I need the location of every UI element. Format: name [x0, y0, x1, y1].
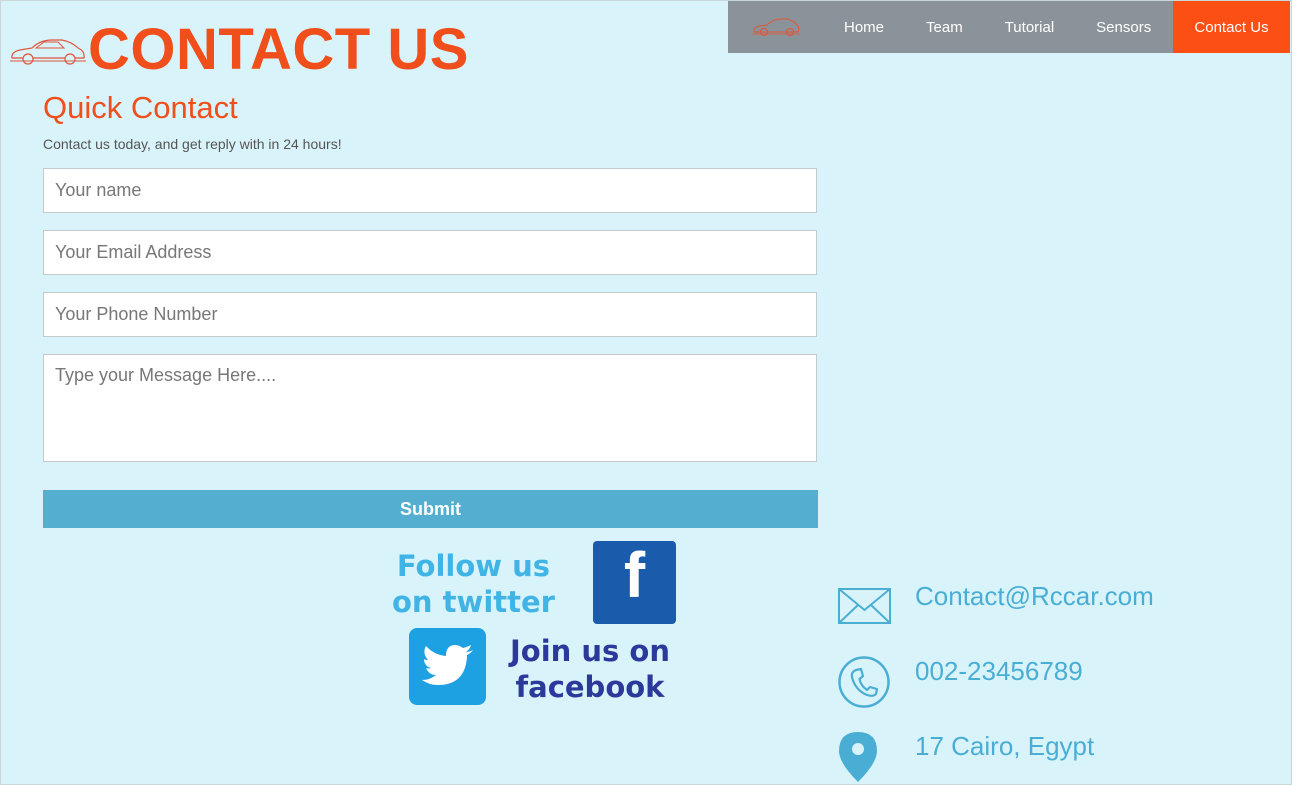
location-pin-icon — [839, 732, 877, 782]
nav-item-sensors[interactable]: Sensors — [1075, 1, 1172, 53]
nav-item-home[interactable]: Home — [823, 1, 905, 53]
contact-address: 17 Cairo, Egypt — [915, 731, 1095, 761]
facebook-glyph: f — [623, 539, 646, 611]
facebook-icon[interactable]: f — [593, 539, 676, 624]
twitter-follow-text[interactable]: Follow us on twitter — [392, 548, 555, 620]
top-navigation: Home Team Tutorial Sensors Contact Us — [728, 1, 1290, 53]
facebook-text-line1: Join us on — [510, 634, 670, 668]
twitter-text-line2: on twitter — [392, 585, 555, 619]
car-outline-icon — [10, 39, 86, 65]
nav-item-team[interactable]: Team — [905, 1, 984, 53]
contact-phone[interactable]: 002-23456789 — [915, 656, 1083, 687]
name-input[interactable] — [43, 168, 817, 213]
nav-item-contact-us[interactable]: Contact Us — [1173, 1, 1290, 53]
page-title: CONTACT US — [88, 17, 469, 82]
envelope-icon — [838, 588, 891, 624]
contact-email[interactable]: Contact@Rccar.com — [915, 581, 1154, 612]
message-textarea[interactable] — [43, 354, 817, 462]
car-logo-icon — [751, 18, 800, 36]
phone-input[interactable] — [43, 292, 817, 337]
nav-item-tutorial[interactable]: Tutorial — [984, 1, 1075, 53]
quick-contact-title: Quick Contact — [43, 90, 238, 125]
submit-button[interactable]: Submit — [43, 490, 818, 528]
email-input[interactable] — [43, 230, 817, 275]
facebook-join-text[interactable]: Join us on facebook — [510, 633, 670, 705]
twitter-icon[interactable] — [409, 628, 486, 705]
twitter-text-line1: Follow us — [396, 549, 551, 583]
twitter-bird-icon — [421, 644, 473, 685]
facebook-text-line2: facebook — [515, 670, 665, 704]
quick-contact-subtitle: Contact us today, and get reply with in … — [43, 136, 342, 152]
nav-logo[interactable] — [728, 1, 823, 53]
phone-icon — [838, 656, 890, 708]
